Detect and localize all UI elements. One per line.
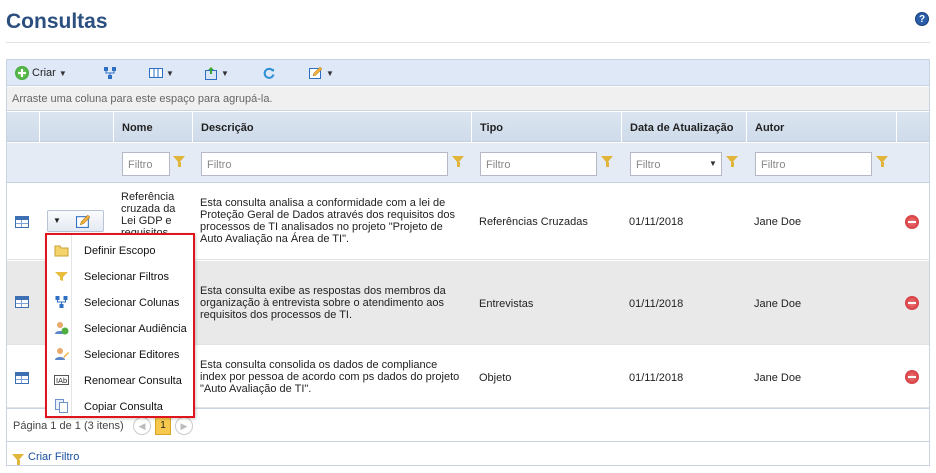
menu-item-copiar-consulta[interactable]: Copiar Consulta bbox=[47, 393, 193, 419]
help-icon[interactable]: ? bbox=[915, 12, 929, 26]
svg-text:IAb: IAb bbox=[56, 377, 68, 385]
header-actions bbox=[39, 112, 113, 142]
rename-icon: IAb bbox=[54, 375, 69, 385]
title-divider bbox=[6, 42, 930, 43]
criar-label: Criar bbox=[32, 67, 56, 79]
cell-autor: Jane Doe bbox=[754, 372, 802, 384]
cell-descricao: Esta consulta consolida os dados de comp… bbox=[200, 359, 460, 395]
hierarchy-icon bbox=[55, 296, 68, 308]
filter-icon[interactable] bbox=[601, 156, 613, 167]
current-page-button[interactable]: 1 bbox=[155, 417, 171, 435]
next-page-button[interactable]: ▶ bbox=[175, 417, 193, 435]
export-icon bbox=[205, 67, 217, 80]
criar-button[interactable]: Criar ▼ bbox=[15, 66, 67, 80]
hierarchy-button[interactable] bbox=[103, 66, 117, 80]
prev-page-button[interactable]: ◀ bbox=[133, 417, 151, 435]
columns-icon bbox=[149, 68, 163, 78]
cell-descricao: Esta consulta exibe as respostas dos mem… bbox=[200, 285, 446, 321]
table-icon[interactable] bbox=[15, 296, 29, 308]
filter-icon[interactable] bbox=[173, 156, 185, 167]
add-icon bbox=[15, 66, 29, 80]
table-icon[interactable] bbox=[15, 216, 29, 228]
cell-nome: Referência cruzada da Lei GDP e requisit… bbox=[121, 191, 176, 233]
table-header: Nome Descrição Tipo Data de Atualização … bbox=[7, 112, 929, 142]
filter-icon[interactable] bbox=[726, 156, 738, 167]
filter-icon[interactable] bbox=[876, 156, 888, 167]
row-action-menu-button[interactable]: ▼ bbox=[47, 210, 104, 232]
cell-autor: Jane Doe bbox=[754, 216, 802, 228]
header-autor[interactable]: Autor bbox=[746, 112, 896, 142]
chevron-down-icon: ▼ bbox=[58, 68, 67, 78]
cell-data: 01/11/2018 bbox=[629, 298, 684, 310]
header-data[interactable]: Data de Atualização bbox=[621, 112, 746, 142]
delete-icon[interactable] bbox=[905, 215, 919, 229]
filter-icon bbox=[55, 272, 68, 281]
chevron-down-icon[interactable]: ▼ bbox=[709, 159, 717, 168]
context-menu: Definir Escopo Selecionar Filtros Seleci… bbox=[45, 233, 195, 418]
menu-item-selecionar-filtros[interactable]: Selecionar Filtros bbox=[47, 263, 193, 289]
cell-tipo: Entrevistas bbox=[479, 298, 534, 310]
page-title: Consultas bbox=[6, 10, 108, 33]
chevron-down-icon: ▼ bbox=[166, 68, 174, 78]
filter-descricao-input[interactable]: Filtro bbox=[201, 152, 448, 176]
filter-icon bbox=[12, 453, 24, 465]
menu-item-selecionar-editores[interactable]: Selecionar Editores bbox=[47, 341, 193, 367]
menu-item-selecionar-audiencia[interactable]: Selecionar Audiência bbox=[47, 315, 193, 341]
filter-tipo-input[interactable]: Filtro bbox=[480, 152, 597, 176]
editors-icon bbox=[55, 348, 69, 360]
filter-autor-input[interactable]: Filtro bbox=[755, 152, 872, 176]
chevron-down-icon: ▼ bbox=[326, 68, 334, 78]
chevron-down-icon: ▼ bbox=[53, 216, 61, 225]
menu-item-renomear-consulta[interactable]: IAb Renomear Consulta bbox=[47, 367, 193, 393]
refresh-icon bbox=[263, 67, 275, 79]
header-nome[interactable]: Nome bbox=[113, 112, 192, 142]
chevron-down-icon: ▼ bbox=[221, 68, 229, 78]
menu-item-selecionar-colunas[interactable]: Selecionar Colunas bbox=[47, 289, 193, 315]
audience-icon bbox=[55, 322, 69, 335]
filter-row: Filtro Filtro Filtro Filtro ▼ Filtro bbox=[7, 143, 929, 183]
edit-button[interactable]: ▼ bbox=[309, 66, 334, 80]
delete-icon[interactable] bbox=[905, 296, 919, 310]
cell-autor: Jane Doe bbox=[754, 298, 802, 310]
header-delete bbox=[896, 112, 929, 142]
hierarchy-icon bbox=[104, 67, 116, 79]
filter-icon[interactable] bbox=[452, 156, 464, 167]
delete-icon[interactable] bbox=[905, 370, 919, 384]
header-tipo[interactable]: Tipo bbox=[471, 112, 621, 142]
folder-icon bbox=[54, 245, 69, 257]
columns-button[interactable]: ▼ bbox=[149, 66, 174, 80]
cell-data: 01/11/2018 bbox=[629, 372, 684, 384]
toolbar: Criar ▼ ▼ ▼ ▼ bbox=[7, 60, 929, 86]
refresh-button[interactable] bbox=[262, 66, 276, 80]
copy-icon bbox=[55, 399, 68, 413]
export-button[interactable]: ▼ bbox=[204, 66, 229, 80]
cell-tipo: Referências Cruzadas bbox=[479, 216, 588, 228]
filter-nome-input[interactable]: Filtro bbox=[122, 152, 170, 176]
cell-data: 01/11/2018 bbox=[629, 216, 684, 228]
cell-tipo: Objeto bbox=[479, 372, 512, 384]
edit-icon bbox=[309, 66, 323, 79]
menu-item-definir-escopo[interactable]: Definir Escopo bbox=[47, 237, 193, 263]
criar-filtro-link[interactable]: Criar Filtro bbox=[7, 441, 929, 466]
header-descricao[interactable]: Descrição bbox=[192, 112, 471, 142]
criar-filtro-label: Criar Filtro bbox=[28, 451, 80, 463]
table-icon[interactable] bbox=[15, 372, 29, 384]
edit-icon bbox=[76, 214, 91, 228]
group-drop-area[interactable]: Arraste uma coluna para este espaço para… bbox=[7, 87, 929, 111]
cell-descricao: Esta consulta analisa a conformidade com… bbox=[200, 197, 455, 245]
pager-text: Página 1 de 1 (3 itens) bbox=[13, 420, 124, 432]
